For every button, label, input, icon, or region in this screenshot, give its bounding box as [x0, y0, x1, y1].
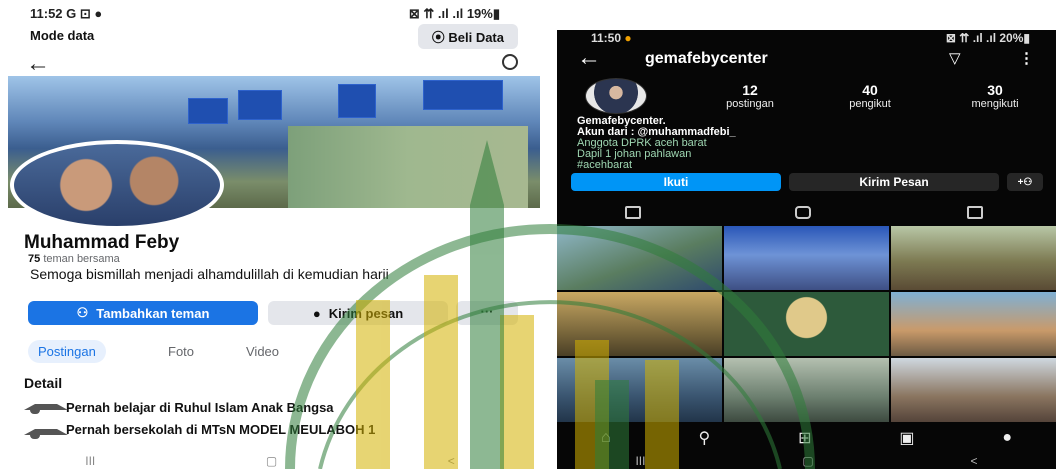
wifi-icon: ⦿: [431, 30, 449, 45]
status-bar: 11:52 G ⊡ ● ⊠ ⇈ .ıl .ıl 19%▮: [0, 0, 540, 24]
post-thumbnail[interactable]: [724, 226, 889, 290]
system-nav-bar: III ▢ <: [0, 452, 540, 469]
recent-apps-button[interactable]: III: [85, 454, 95, 468]
post-thumbnail[interactable]: [891, 226, 1056, 290]
flag-shape: [188, 98, 228, 124]
buy-data-label: Beli Data: [448, 30, 504, 45]
bio-hashtag[interactable]: #acehbarat: [577, 160, 736, 171]
stat-followers[interactable]: 40 pengikut: [825, 82, 915, 110]
instagram-profile-screen: 11:50 ● ⊠ ⇈ .ıl .ıl 20%▮ ← gemafebycente…: [557, 30, 1056, 469]
add-person-icon: ⚇: [76, 305, 89, 320]
detail-item-text: Pernah bersekolah di MTsN MODEL MEULABOH…: [66, 422, 376, 437]
buy-data-button[interactable]: ⦿ Beli Data: [417, 24, 518, 49]
send-message-button[interactable]: ● Kirim pesan: [268, 301, 448, 325]
tab-postingan[interactable]: Postingan: [28, 340, 106, 363]
search-icon[interactable]: [502, 54, 518, 70]
mutual-friends[interactable]: 75 teman bersama: [28, 253, 120, 265]
home-button[interactable]: ▢: [802, 454, 813, 468]
profile-tabs: [557, 204, 1056, 226]
flag-shape: [238, 90, 282, 120]
tagged-icon[interactable]: [967, 206, 983, 219]
friends-label: teman bersama: [43, 253, 120, 265]
profile-avatar[interactable]: [10, 140, 224, 230]
profile-bio: Gemafebycenter. Akun dari : @muhammadfeb…: [577, 116, 736, 171]
profile-avatar[interactable]: [585, 78, 647, 114]
add-friend-label: Tambahkan teman: [96, 305, 210, 321]
tab-foto[interactable]: Foto: [158, 340, 204, 363]
graduation-cap-icon: [24, 402, 68, 416]
crowd-shape: [288, 126, 528, 208]
post-thumbnail[interactable]: [724, 358, 889, 422]
status-time-text: 11:50: [591, 31, 622, 45]
more-button[interactable]: ···: [456, 301, 518, 325]
back-button[interactable]: <: [971, 454, 978, 468]
profile-name: Muhammad Feby: [24, 232, 180, 253]
post-thumbnail[interactable]: [724, 292, 889, 356]
graduation-cap-icon: [24, 427, 68, 441]
stat-label: pengikut: [849, 98, 891, 110]
post-thumbnail[interactable]: [557, 292, 722, 356]
stat-number: 30: [987, 82, 1003, 98]
back-arrow-icon[interactable]: ←: [577, 44, 601, 72]
status-indicators: ⊠ ⇈ .ıl .ıl 20%▮: [945, 31, 1030, 45]
flag-shape: [338, 84, 376, 118]
profile-username: gemafebycenter: [645, 50, 768, 67]
send-message-label: Kirim pesan: [328, 305, 404, 321]
detail-item-text: Pernah belajar di Ruhul Islam Anak Bangs…: [66, 400, 334, 415]
reels-icon[interactable]: [795, 206, 811, 219]
status-time: 11:50 ●: [591, 31, 632, 45]
home-icon[interactable]: ⌂: [601, 429, 611, 447]
posts-grid: [557, 226, 1056, 422]
post-thumbnail[interactable]: [891, 292, 1056, 356]
more-options-icon[interactable]: ⋮: [1019, 49, 1034, 67]
send-message-button[interactable]: Kirim Pesan: [789, 173, 999, 191]
profile-bio: Semoga bismillah menjadi alhamdulillah d…: [30, 266, 389, 282]
search-icon[interactable]: ⚲: [698, 428, 710, 448]
bottom-nav: ⌂ ⚲ ⊞ ▣ ●: [557, 424, 1056, 452]
tab-video[interactable]: Video: [236, 340, 289, 363]
post-thumbnail[interactable]: [891, 358, 1056, 422]
send-icon[interactable]: ▽: [949, 49, 961, 67]
post-thumbnail[interactable]: [557, 226, 722, 290]
add-post-icon[interactable]: ⊞: [798, 428, 811, 448]
facebook-profile-screen: 11:52 G ⊡ ● ⊠ ⇈ .ıl .ıl 19%▮ Mode data ⦿…: [0, 0, 540, 469]
stat-following[interactable]: 30 mengikuti: [950, 82, 1040, 110]
detail-item-education: Pernah belajar di Ruhul Islam Anak Bangs…: [24, 401, 334, 416]
post-thumbnail[interactable]: [557, 358, 722, 422]
mode-data-label: Mode data: [30, 28, 95, 43]
stat-label: postingan: [726, 98, 774, 110]
notification-icon: ●: [624, 31, 632, 45]
friends-count: 75: [28, 253, 41, 265]
back-arrow-icon[interactable]: ←: [26, 50, 50, 78]
top-nav: ← gemafebycenter ▽ ⋮: [557, 44, 1056, 72]
top-nav: ←: [0, 50, 540, 78]
status-bar: 11:50 ● ⊠ ⇈ .ıl .ıl 20%▮: [557, 30, 1056, 46]
reels-nav-icon[interactable]: ▣: [899, 428, 914, 448]
flag-shape: [423, 80, 503, 110]
system-nav-bar: III ▢ <: [557, 452, 1056, 469]
messenger-icon: ●: [312, 305, 321, 321]
profile-icon[interactable]: ●: [1002, 429, 1012, 447]
home-button[interactable]: ▢: [266, 454, 277, 468]
status-time: 11:52 G ⊡ ●: [30, 6, 103, 21]
back-button[interactable]: <: [448, 454, 455, 468]
status-indicators: ⊠ ⇈ .ıl .ıl 19%▮: [408, 6, 500, 21]
stat-posts[interactable]: 12 postingan: [705, 82, 795, 110]
stat-number: 40: [862, 82, 878, 98]
follow-button[interactable]: Ikuti: [571, 173, 781, 191]
stat-label: mengikuti: [971, 98, 1019, 110]
detail-heading: Detail: [24, 375, 63, 391]
add-friend-button[interactable]: ⚇ Tambahkan teman: [28, 301, 258, 325]
recent-apps-button[interactable]: III: [635, 454, 645, 468]
detail-item-school: Pernah bersekolah di MTsN MODEL MEULABOH…: [24, 423, 484, 441]
suggest-people-button[interactable]: +⚇: [1007, 173, 1043, 191]
data-mode-bar: Mode data ⦿ Beli Data: [0, 24, 540, 49]
grid-icon[interactable]: [625, 206, 641, 219]
stat-number: 12: [742, 82, 758, 98]
